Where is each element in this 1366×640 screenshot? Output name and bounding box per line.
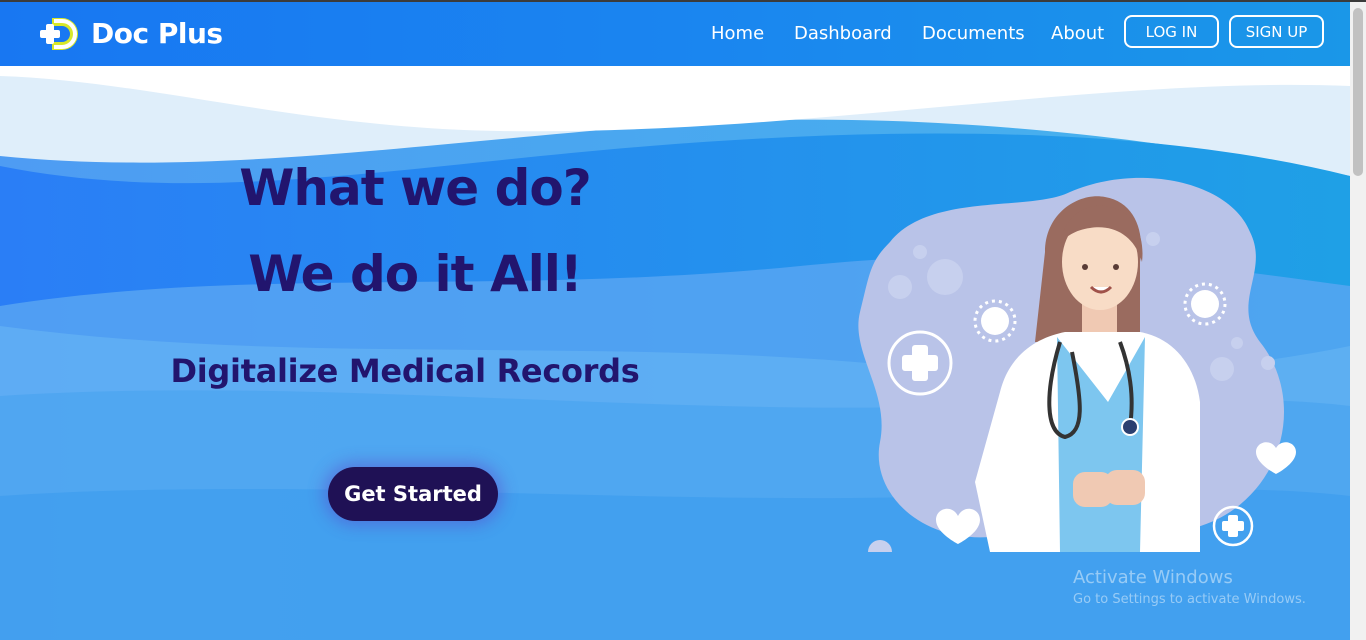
- vertical-scrollbar[interactable]: [1350, 2, 1366, 640]
- doctor-illustration: [858, 177, 1296, 552]
- nav-link-about[interactable]: About: [1051, 23, 1104, 44]
- hero-section: What we do? We do it All! Digitalize Med…: [0, 66, 1350, 640]
- signup-button[interactable]: SIGN UP: [1229, 15, 1324, 48]
- hero-title-line2: We do it All!: [248, 245, 582, 303]
- activate-windows-title: Activate Windows: [1073, 567, 1233, 588]
- get-started-button[interactable]: Get Started: [328, 467, 498, 521]
- hero-title-line1: What we do?: [239, 159, 591, 217]
- nav-link-documents[interactable]: Documents: [922, 23, 1025, 44]
- activate-windows-subtitle: Go to Settings to activate Windows.: [1073, 592, 1306, 607]
- brand-name[interactable]: Doc Plus: [91, 17, 223, 50]
- scrollbar-thumb[interactable]: [1353, 8, 1363, 176]
- nav-link-home[interactable]: Home: [711, 23, 764, 44]
- plus-d-logo-icon[interactable]: [38, 14, 82, 54]
- hero-subtitle: Digitalize Medical Records: [170, 352, 640, 390]
- login-button[interactable]: LOG IN: [1124, 15, 1219, 48]
- nav-link-dashboard[interactable]: Dashboard: [794, 23, 892, 44]
- navbar: Doc Plus Home Dashboard Documents About …: [0, 2, 1350, 66]
